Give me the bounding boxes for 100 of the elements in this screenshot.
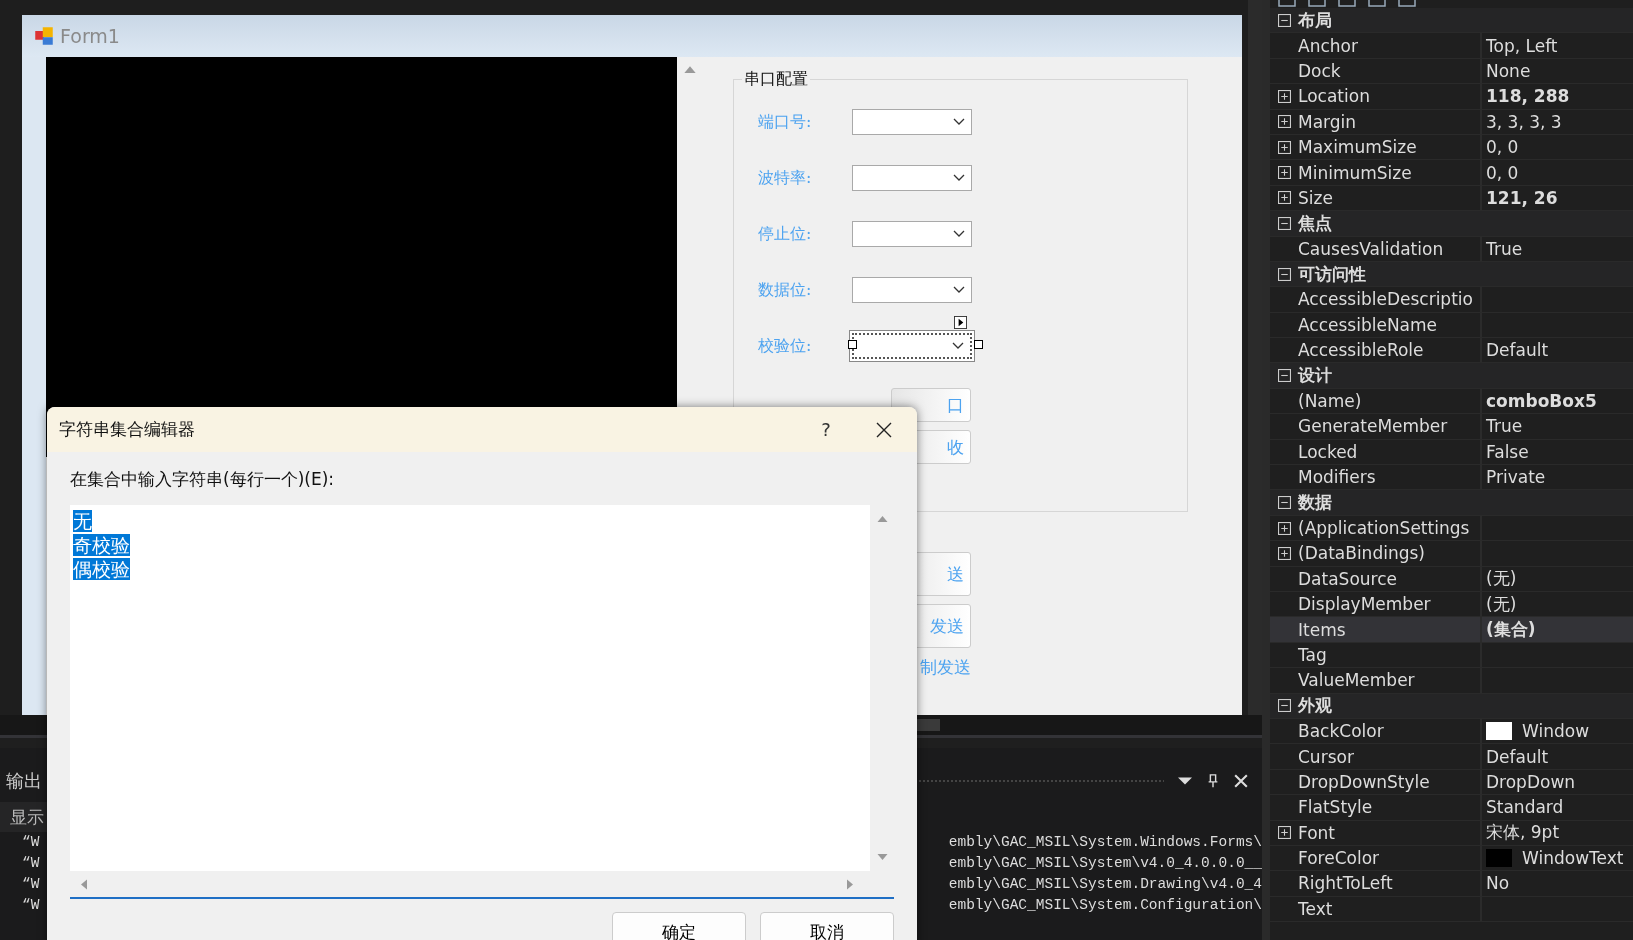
property-row[interactable]: CausesValidation True: [1270, 236, 1633, 262]
chevron-icon: [953, 286, 965, 294]
property-name: RightToLeft: [1298, 873, 1393, 894]
expand-icon[interactable]: [1277, 546, 1291, 560]
combo-box[interactable]: [852, 333, 972, 359]
property-row[interactable]: AccessibleDescriptio: [1270, 287, 1633, 313]
collapse-icon[interactable]: [1277, 496, 1291, 510]
expand-icon[interactable]: [1277, 115, 1291, 129]
property-row[interactable]: BackColor Window: [1270, 718, 1633, 745]
output-line: “W: [21, 875, 40, 894]
property-row[interactable]: MaximumSize 0, 0: [1270, 134, 1633, 161]
property-row[interactable]: DataSource (无): [1270, 566, 1633, 592]
field-label: 数据位:: [758, 279, 813, 301]
property-name: Locked: [1298, 441, 1358, 462]
expand-icon[interactable]: [1277, 191, 1291, 205]
property-value: None: [1486, 60, 1531, 81]
property-name: BackColor: [1298, 721, 1384, 742]
pin-icon[interactable]: [1206, 774, 1220, 788]
category-label: 外观: [1298, 694, 1332, 718]
expand-icon[interactable]: [1277, 826, 1291, 840]
property-row[interactable]: AccessibleName: [1270, 312, 1633, 339]
property-row[interactable]: Cursor Default: [1270, 744, 1633, 770]
smart-tag-icon[interactable]: [954, 316, 967, 329]
property-name: Items: [1298, 619, 1346, 640]
chevron-icon: [953, 230, 965, 238]
dialog-button[interactable]: 确定: [612, 912, 746, 940]
category-label: 焦点: [1298, 211, 1332, 235]
output-line: embly\GAC_MSIL\System.Drawing\v4.0_4: [948, 875, 1262, 894]
property-row[interactable]: Tag: [1270, 642, 1633, 669]
property-name: FlatStyle: [1298, 797, 1373, 818]
property-row[interactable]: DropDownStyle DropDown: [1270, 769, 1633, 796]
property-value: (集合): [1486, 618, 1536, 642]
property-name: DisplayMember: [1298, 594, 1431, 615]
field-label: 端口号:: [758, 111, 813, 133]
property-value: Default: [1486, 746, 1549, 767]
collapse-icon[interactable]: [1277, 267, 1291, 281]
property-value: 宋体, 9pt: [1486, 821, 1560, 845]
property-row[interactable]: FlatStyle Standard: [1270, 795, 1633, 821]
show-output-label: 显示: [10, 805, 44, 829]
collapse-icon[interactable]: [1277, 369, 1291, 383]
property-value: 118, 288: [1486, 86, 1570, 107]
expand-icon[interactable]: [1277, 166, 1291, 180]
expand-icon[interactable]: [1277, 521, 1291, 535]
panel-title[interactable]: 输出: [6, 769, 42, 793]
property-row[interactable]: GenerateMember True: [1270, 414, 1633, 440]
property-name: DropDownStyle: [1298, 771, 1430, 792]
property-value: 0, 0: [1486, 162, 1519, 183]
property-row[interactable]: Location 118, 288: [1270, 84, 1633, 110]
collapse-icon[interactable]: [1277, 216, 1291, 230]
property-row[interactable]: (ApplicationSettings: [1270, 515, 1633, 542]
property-row[interactable]: Anchor Top, Left: [1270, 33, 1633, 59]
property-value: WindowText: [1522, 848, 1624, 869]
property-row[interactable]: Locked False: [1270, 439, 1633, 466]
property-name: ValueMember: [1298, 670, 1415, 691]
form-icon: [34, 26, 54, 46]
property-row[interactable]: (DataBindings): [1270, 541, 1633, 567]
resize-handle[interactable]: [974, 340, 983, 349]
property-row[interactable]: MinimumSize 0, 0: [1270, 160, 1633, 186]
property-row[interactable]: RightToLeft No: [1270, 871, 1633, 897]
property-row[interactable]: Font 宋体, 9pt: [1270, 820, 1633, 846]
chevron-icon: [953, 174, 965, 182]
expand-icon[interactable]: [1277, 140, 1291, 154]
property-name: Tag: [1298, 644, 1327, 665]
property-row[interactable]: (Name) comboBox5: [1270, 388, 1633, 415]
category-label: 数据: [1298, 491, 1332, 515]
property-name: AccessibleName: [1298, 314, 1438, 335]
property-name: Modifiers: [1298, 467, 1376, 488]
property-row[interactable]: Margin 3, 3, 3, 3: [1270, 109, 1633, 135]
output-line: “W: [21, 896, 40, 915]
close-icon[interactable]: [1234, 774, 1248, 788]
property-row[interactable]: ForeColor WindowText: [1270, 845, 1633, 872]
output-line: embly\GAC_MSIL\System\v4.0_4.0.0.0__: [948, 854, 1262, 873]
expand-icon[interactable]: [1277, 89, 1291, 103]
property-name: GenerateMember: [1298, 416, 1448, 437]
chevron-icon: [953, 118, 965, 126]
field-label: 波特率:: [758, 167, 813, 189]
prompt-label: 在集合中输入字符串(每行一个)(E):: [70, 468, 335, 491]
resize-handle[interactable]: [848, 340, 857, 349]
property-row[interactable]: Dock None: [1270, 58, 1633, 85]
field-label: 停止位:: [758, 223, 813, 245]
property-value: No: [1486, 873, 1510, 894]
collapse-icon[interactable]: [1277, 13, 1291, 27]
help-button[interactable]: ?: [801, 418, 851, 441]
output-line: embly\GAC_MSIL\System.Windows.Forms\: [948, 833, 1262, 852]
property-row[interactable]: Items (集合): [1270, 617, 1633, 643]
property-value: Default: [1486, 340, 1549, 361]
dialog-button[interactable]: 取消: [760, 912, 894, 940]
property-value: Window: [1522, 721, 1590, 742]
property-name: Text: [1298, 898, 1333, 919]
property-value: True: [1486, 238, 1523, 259]
property-value: DropDown: [1486, 771, 1576, 792]
chevron-icon: [952, 342, 964, 350]
property-name: (Name): [1298, 391, 1362, 412]
property-row[interactable]: Text: [1270, 896, 1633, 923]
field-label: 校验位:: [758, 335, 813, 357]
output-line: “W: [21, 833, 40, 852]
property-value: 121, 26: [1486, 187, 1558, 208]
collapse-icon[interactable]: [1277, 699, 1291, 713]
property-value: 0, 0: [1486, 137, 1519, 158]
property-row[interactable]: ValueMember: [1270, 668, 1633, 694]
